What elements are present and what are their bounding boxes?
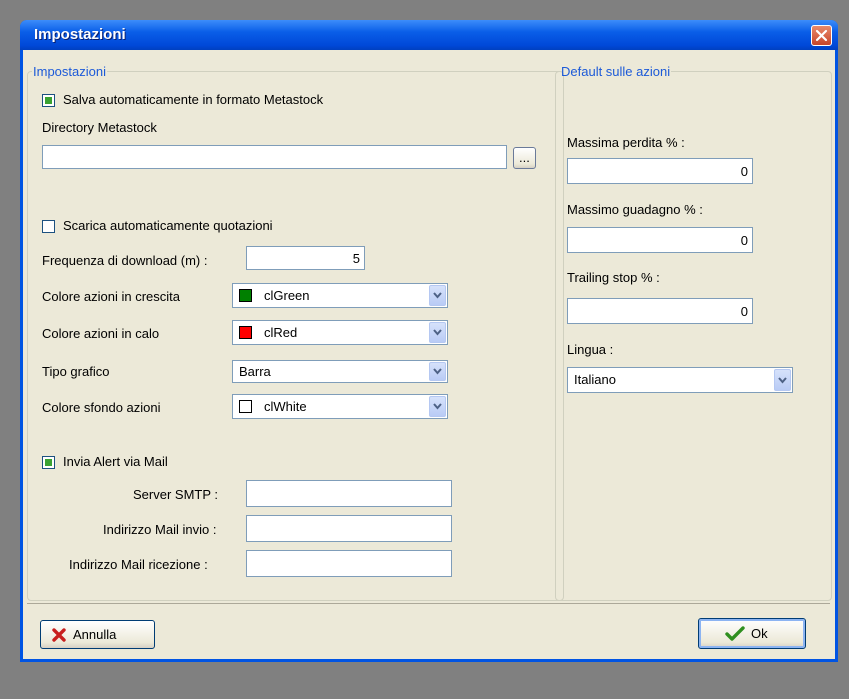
mail-recv-label: Indirizzo Mail ricezione : [69,557,208,572]
down-color-select[interactable]: clRed [232,320,448,345]
save-metastock-checkbox[interactable] [42,94,55,107]
bg-color-value: clWhite [264,399,307,414]
mail-send-input[interactable] [246,515,452,542]
down-color-dropdown-button[interactable] [429,322,446,343]
directory-input[interactable] [42,145,507,169]
max-gain-input[interactable] [567,227,753,253]
chart-type-value: Barra [239,364,271,379]
max-loss-input[interactable] [567,158,753,184]
max-gain-label: Massimo guadagno % : [567,202,703,217]
chart-type-select[interactable]: Barra [232,360,448,383]
smtp-label: Server SMTP : [133,487,219,502]
cancel-button[interactable]: Annulla [40,620,155,649]
cancel-button-label: Annulla [73,627,117,642]
directory-label: Directory Metastock [42,120,157,135]
trailing-stop-label: Trailing stop % : [567,270,660,285]
smtp-input[interactable] [246,480,452,507]
defaults-group-legend: Default sulle azioni [561,64,671,79]
save-metastock-label[interactable]: Salva automaticamente in formato Metasto… [63,92,323,107]
chevron-down-icon [778,377,787,384]
bg-color-dropdown-button[interactable] [429,396,446,417]
mail-recv-input[interactable] [246,550,452,577]
language-value: Italiano [574,372,616,387]
up-color-label: Colore azioni in crescita [42,289,181,304]
chevron-down-icon [433,292,442,299]
close-button[interactable] [811,25,832,46]
settings-dialog: Impostazioni Impostazioni Salva automati… [20,20,838,662]
down-color-swatch [239,326,252,339]
up-color-swatch [239,289,252,302]
download-quotes-checkbox[interactable] [42,220,55,233]
trailing-stop-input[interactable] [567,298,753,324]
chart-type-dropdown-button[interactable] [429,362,446,381]
download-quotes-label[interactable]: Scarica automaticamente quotazioni [63,218,273,233]
max-loss-label: Massima perdita % : [567,135,685,150]
window-title: Impostazioni [34,26,126,43]
bg-color-select[interactable]: clWhite [232,394,448,419]
frequency-label: Frequenza di download (m) : [42,253,208,268]
up-color-dropdown-button[interactable] [429,285,446,306]
footer-separator [27,603,830,604]
bg-color-label: Colore sfondo azioni [42,400,161,415]
down-color-value: clRed [264,325,298,340]
mail-alert-checkbox[interactable] [42,456,55,469]
up-color-select[interactable]: clGreen [232,283,448,308]
down-color-label: Colore azioni in calo [42,326,160,341]
checkmark-icon [725,626,745,641]
settings-group-legend: Impostazioni [33,64,106,79]
chart-type-label: Tipo grafico [42,364,110,379]
browse-button-label: ... [519,150,530,165]
chevron-down-icon [433,403,442,410]
mail-send-label: Indirizzo Mail invio : [103,522,217,537]
ok-button-label: Ok [751,626,768,641]
mail-alert-label[interactable]: Invia Alert via Mail [63,454,168,469]
close-icon [815,29,828,42]
chevron-down-icon [433,329,442,336]
title-bar[interactable]: Impostazioni [20,20,838,50]
language-dropdown-button[interactable] [774,369,791,391]
dialog-client-area: Impostazioni Salva automaticamente in fo… [23,50,835,659]
red-x-icon [52,628,66,642]
chevron-down-icon [433,368,442,375]
ok-button[interactable]: Ok [698,618,806,649]
frequency-input[interactable] [246,246,365,270]
browse-button[interactable]: ... [513,147,536,169]
bg-color-swatch [239,400,252,413]
language-label: Lingua : [567,342,614,357]
language-select[interactable]: Italiano [567,367,793,393]
up-color-value: clGreen [264,288,310,303]
